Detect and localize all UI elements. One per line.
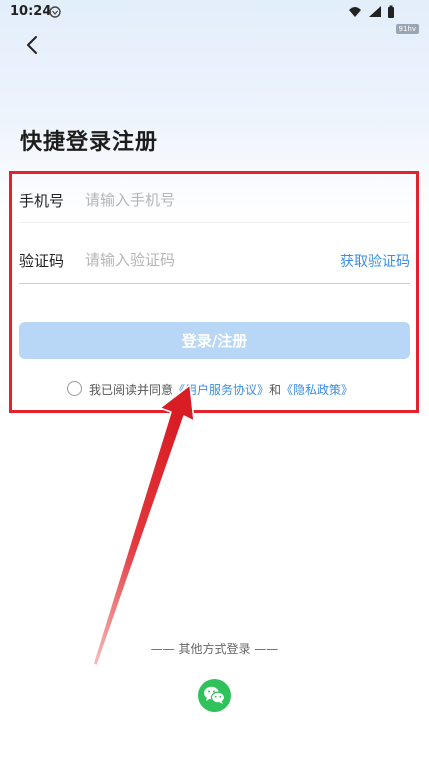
wechat-login-button[interactable] [198,679,231,712]
other-login-label: —— 其他方式登录 —— [150,642,279,656]
wechat-icon [204,686,226,704]
